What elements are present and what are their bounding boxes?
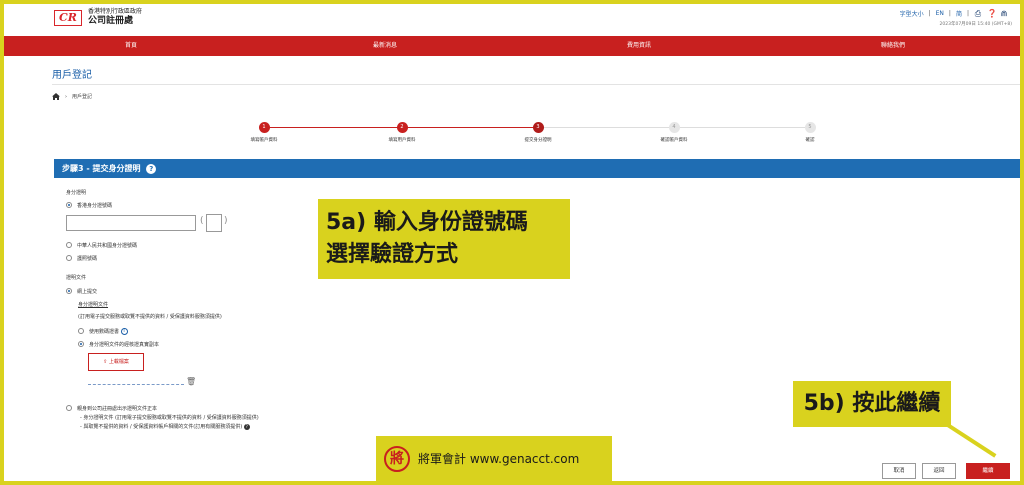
info-icon[interactable]: i [120,328,128,335]
logo-text: 香港特別行政區政府 公司註冊處 [88,8,142,27]
step-1-dot: 1 [258,122,270,133]
nav-item-fees[interactable]: 費用資訊 [512,36,766,56]
radio-ekey-label: 使用數碼證書 i [89,328,128,335]
cr-logo[interactable]: CR 香港特別行政區政府 公司註冊處 [54,8,142,27]
radio-in-person-label: 親身到公司註冊處出示證明文件正本 [77,406,158,412]
radio-passport[interactable] [66,255,72,261]
step-2-label: 填寫用戶資料 [388,138,416,143]
radio-passport-label: 護照號碼 [77,256,98,262]
radio-hkid-label: 香港身分證號碼 [77,203,113,209]
help-icon[interactable]: ❓ [987,9,997,18]
radio-certified-copy-label: 身分證明文件的經核證真實副本 [89,342,160,348]
left-paren: ( [200,216,204,226]
upload-file-button[interactable]: ⇪ 上載檔案 [88,353,144,371]
continue-button[interactable]: 繼續 [966,463,1010,479]
doc-label: 證明文件 [66,275,87,281]
divider: | [948,10,951,17]
divider [52,84,1020,85]
nav-item-news[interactable]: 最新消息 [258,36,512,56]
upload-icon: ⇪ [103,359,108,365]
step-4-dot: 4 [668,122,680,133]
step-3-dot: 3 [532,122,544,133]
radio-ekey[interactable] [78,328,84,334]
hkid-input[interactable] [66,215,196,231]
in-person-note-2: - 與取覽不提供的資料 / 受保護資料帳戶相關的文件(訂用有關服務須提供) ? [80,423,250,430]
logo-line2: 公司註冊處 [88,16,134,26]
page-title: 用戶登記 [52,70,92,81]
radio-online-submit-label: 網上提交 [77,289,98,295]
step-5-label: 確認 [805,138,815,143]
chevron-right-icon: › [65,93,67,100]
step-3-label: 提交身分證明 [524,138,552,143]
share-icon[interactable]: ⋒ [1000,9,1008,18]
divider: | [966,10,969,17]
step-2-dot: 2 [396,122,408,133]
in-person-note-2-text: - 與取覽不提供的資料 / 受保護資料帳戶相關的文件(訂用有關服務須提供) [80,424,243,430]
radio-certified-copy[interactable] [78,341,84,347]
radio-mainland-id[interactable] [66,242,72,248]
breadcrumb-current: 用戶登記 [72,94,93,100]
cr-logo-badge: CR [54,9,82,26]
brand-seal-icon: 將 [384,445,410,472]
cancel-button[interactable]: 取消 [882,463,916,479]
lang-en-link[interactable]: EN [936,10,944,17]
radio-hkid[interactable] [66,202,72,208]
font-size-link[interactable]: 字型大小 [900,9,924,18]
radio-ekey-text: 使用數碼證書 [89,329,120,335]
radio-in-person[interactable] [66,405,72,411]
progress-stepper: 1 填寫帳戶資料 2 填寫用戶資料 3 提交身分證明 4 確認帳戶資料 5 確認 [236,122,816,152]
step-4-label: 確認帳戶資料 [660,138,688,143]
in-person-note-1: - 身分證明文件 (訂用電子提交服務或取覽不提供的資料 / 受保護資料服務須提供… [80,415,259,421]
logo-line1: 香港特別行政區政府 [88,8,143,15]
radio-mainland-id-label: 中華人民共和國身分證號碼 [77,243,138,249]
section-title: 步驟3 - 提交身分證明 [62,164,141,173]
step-1-label: 填寫帳戶資料 [250,138,278,143]
doc-sub-label: 身分證明文件 [78,302,109,308]
watermark-brand: 將 將軍會計 www.genacct.com [376,436,612,481]
divider: | [928,10,931,17]
right-paren: ) [224,216,228,226]
step-4: 4 確認帳戶資料 [634,122,714,143]
main-nav: 首頁 最新消息 費用資訊 聯絡我們 [4,36,1020,56]
brand-text: 將軍會計 www.genacct.com [418,452,580,466]
lang-sc-link[interactable]: 简 [956,9,962,18]
step-5-dot: 5 [804,122,816,133]
help-circle-icon[interactable]: ? [146,163,157,174]
help-circle-icon[interactable]: ? [243,423,250,430]
callout-5a-line2: 選擇驗證方式 [326,242,459,267]
callout-5a: 5a) 輸入身份證號碼 選擇驗證方式 [318,199,570,279]
section-header: 步驟3 - 提交身分證明 ? [54,159,1020,178]
identity-label: 身分證明 [66,190,87,196]
step-1: 1 填寫帳戶資料 [224,122,304,143]
uploaded-file-link[interactable] [88,381,184,385]
utility-bar: 字型大小 | EN | 简 | ⎙ ❓ ⋒ [900,9,1008,18]
hkid-check-digit-input[interactable] [206,214,222,232]
print-icon[interactable]: ⎙ [974,9,982,18]
back-button[interactable]: 返回 [922,463,956,479]
nav-item-home[interactable]: 首頁 [4,36,258,56]
radio-online-submit[interactable] [66,288,72,294]
datetime: 2023年07月09日 15:40 (GMT+8) [939,22,1013,27]
step-5: 5 確認 [770,122,850,143]
callout-5a-line1: 5a) 輸入身份證號碼 [326,210,528,235]
breadcrumb: › 用戶登記 [52,93,92,100]
home-icon[interactable] [52,93,60,100]
doc-note: (訂用電子提交服務或取覽不提供的資料 / 受保護資料服務須提供) [78,314,222,320]
step-3: 3 提交身分證明 [498,122,578,143]
step-2: 2 填寫用戶資料 [362,122,442,143]
upload-file-label: 上載檔案 [108,359,129,365]
nav-item-contact[interactable]: 聯絡我們 [766,36,1020,56]
trash-icon[interactable]: 🗑 [186,377,196,386]
callout-5b: 5b) 按此繼續 [793,381,951,427]
